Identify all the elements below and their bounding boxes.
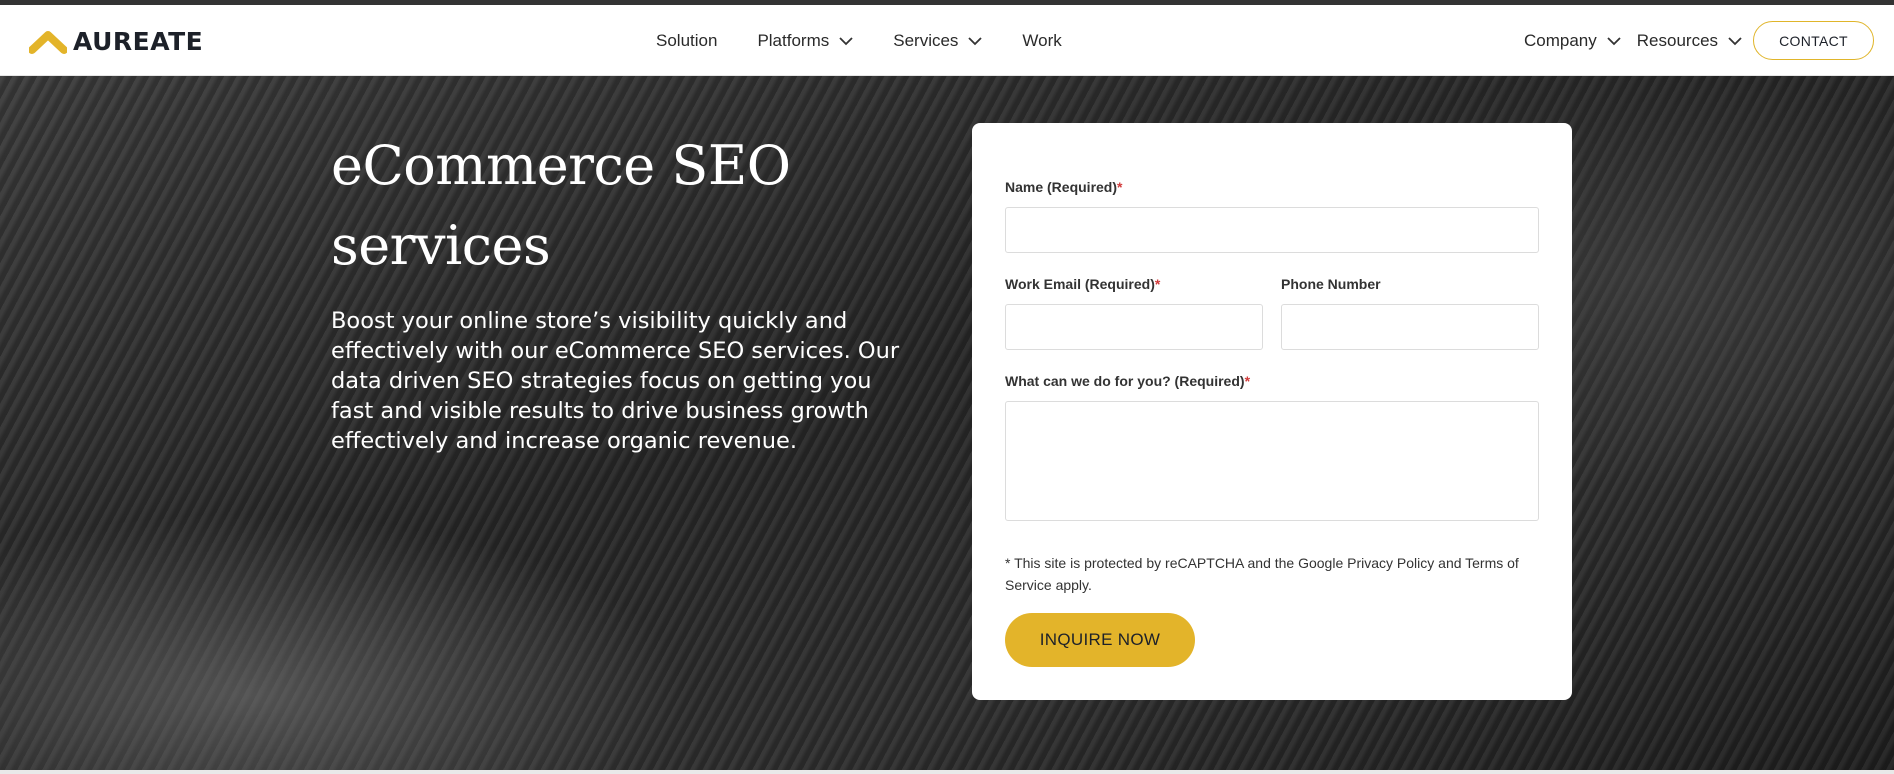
nav-item-label: Solution — [656, 30, 718, 50]
nav-item-label: Work — [1022, 30, 1062, 50]
message-field-label: What can we do for you? (Required)* — [1005, 373, 1250, 389]
site-header: AUREATE Solution Platforms Services Work… — [0, 5, 1894, 76]
phone-field-label: Phone Number — [1281, 276, 1381, 292]
chevron-down-icon — [839, 36, 853, 46]
chevron-down-icon — [1728, 36, 1742, 46]
contact-button[interactable]: CONTACT — [1753, 21, 1874, 60]
email-field-label: Work Email (Required)* — [1005, 276, 1160, 292]
email-field[interactable] — [1005, 304, 1263, 350]
required-marker: * — [1154, 276, 1161, 292]
brand-name: AUREATE — [73, 27, 204, 56]
hero-section — [0, 76, 1894, 770]
nav-item-company[interactable]: Company — [1524, 31, 1621, 51]
required-marker: * — [1117, 179, 1123, 195]
title-line-2: services — [331, 214, 551, 277]
nav-item-platforms[interactable]: Platforms — [757, 31, 853, 51]
hero-description: Boost your online store’s visibility qui… — [331, 308, 900, 454]
nav-item-work[interactable]: Work — [1022, 31, 1061, 51]
inquiry-form: Name (Required)* Work Email (Required)* … — [972, 123, 1572, 700]
main-nav: Solution Platforms Services Work — [656, 5, 1062, 76]
inquire-now-button[interactable]: INQUIRE NOW — [1005, 613, 1195, 667]
name-label-text: Name (Required) — [1005, 179, 1118, 195]
section-divider — [0, 770, 1894, 774]
message-label-text: What can we do for you? (Required) — [1005, 373, 1245, 389]
nav-item-solution[interactable]: Solution — [656, 31, 717, 51]
page-title: eCommerce SEO services — [331, 126, 851, 286]
chevron-down-icon — [968, 36, 983, 46]
name-field-label: Name (Required)* — [1005, 179, 1122, 195]
secondary-nav: Company Resources — [1524, 5, 1742, 76]
required-marker: * — [1244, 373, 1251, 389]
nav-item-label: Resources — [1636, 30, 1719, 50]
name-field[interactable] — [1005, 207, 1539, 253]
chevron-down-icon — [1607, 36, 1621, 46]
recaptcha-notice: * This site is protected by reCAPTCHA an… — [1005, 555, 1519, 593]
nav-item-label: Services — [893, 30, 959, 50]
nav-item-label: Platforms — [757, 30, 830, 50]
message-textarea[interactable] — [1005, 401, 1539, 521]
phone-field[interactable] — [1281, 304, 1539, 350]
chevron-up-logo-icon — [29, 29, 67, 55]
nav-item-services[interactable]: Services — [893, 30, 983, 51]
nav-item-label: Company — [1524, 30, 1597, 50]
brand-logo[interactable]: AUREATE — [29, 27, 203, 56]
nav-item-resources[interactable]: Resources — [1637, 31, 1742, 51]
email-label-text: Work Email (Required) — [1005, 276, 1155, 292]
title-line-1: eCommerce SEO — [331, 134, 791, 197]
